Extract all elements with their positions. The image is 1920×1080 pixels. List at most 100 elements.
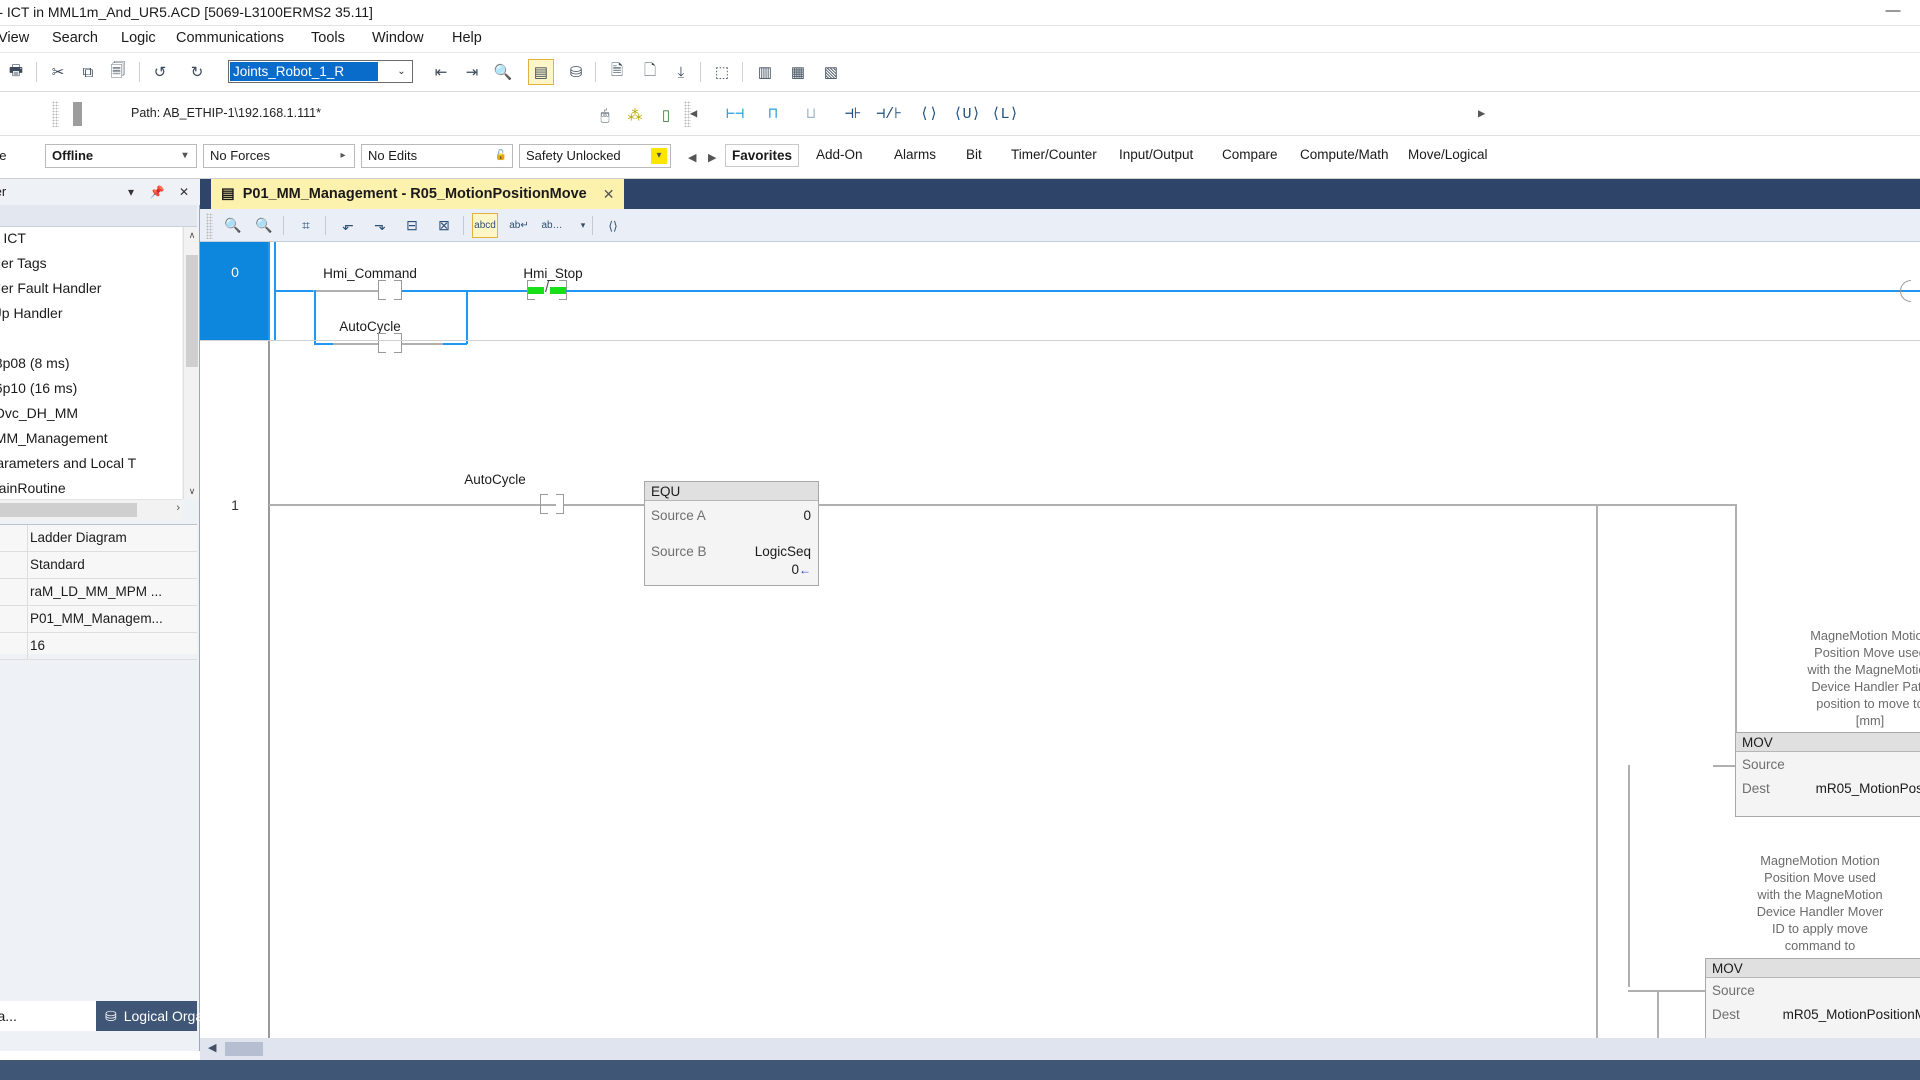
fit-rung-icon[interactable]: ⌗ xyxy=(293,213,319,238)
close-icon[interactable]: ✕ xyxy=(175,183,193,201)
branch-level-icon[interactable]: ⊔ xyxy=(796,100,826,126)
tree-item-parameters-local-tags[interactable]: Parameters and Local T xyxy=(0,452,182,477)
contact-hmi-command[interactable] xyxy=(378,280,402,300)
find-next-icon[interactable]: ⇥ xyxy=(459,59,485,85)
component-a-icon[interactable]: ▥ xyxy=(752,59,778,85)
toggle-wrap-icon[interactable]: ab↵ xyxy=(506,213,532,238)
xic-icon[interactable]: ⊣⊦ xyxy=(840,100,866,126)
tree-item-task-08p08[interactable]: 08p08 (8 ms) xyxy=(0,352,182,377)
component-b-icon[interactable]: ▦ xyxy=(785,59,811,85)
scroll-down-icon[interactable]: ∨ xyxy=(184,483,200,499)
tree-item-task-16p10[interactable]: 16p10 (16 ms) xyxy=(0,377,182,402)
organizer-search-bar[interactable] xyxy=(0,205,197,227)
scroll-up-icon[interactable]: ∧ xyxy=(184,227,200,243)
rung-number-0[interactable]: 0 xyxy=(200,242,270,340)
controller-mode-box[interactable]: Offline ▾ xyxy=(45,144,197,168)
chevron-down-icon[interactable]: ▾ xyxy=(122,183,140,201)
tab-scroll-left-icon[interactable]: ◀ xyxy=(682,148,702,167)
show-tags-icon[interactable]: ▤ xyxy=(528,59,554,85)
otl-icon[interactable]: ⟨L⟩ xyxy=(990,100,1020,126)
undo-icon[interactable]: ↺ xyxy=(147,59,173,85)
cut-icon[interactable]: ✂ xyxy=(45,59,71,85)
minimize-button[interactable]: — xyxy=(1880,2,1906,22)
rung-icon[interactable]: ⊢⊣ xyxy=(720,100,750,126)
find-prev-icon[interactable]: ⇤ xyxy=(428,59,454,85)
controller-icon[interactable]: ▯ xyxy=(653,102,679,128)
menu-item-communications[interactable]: Communications xyxy=(176,30,284,46)
canvas-hscrollbar[interactable]: ◀ xyxy=(200,1038,1920,1060)
bottom-tab-controller-organizer[interactable]: rga... xyxy=(0,1001,96,1031)
ladder-canvas[interactable]: 0 Hmi_Command AutoCycle Hmi_Stop / 1 Aut… xyxy=(200,242,1920,1048)
palette-scroll-right-icon[interactable]: ▶ xyxy=(1478,100,1485,126)
redo-icon[interactable]: ↻ xyxy=(184,59,210,85)
browse-icon[interactable]: 🔍 xyxy=(490,59,516,85)
menu-item-view[interactable]: View xyxy=(0,30,29,46)
hscroll-left-icon[interactable]: ◀ xyxy=(208,1041,216,1054)
ladder-toolbar-grip[interactable] xyxy=(206,213,213,239)
download-icon[interactable]: ⤓ xyxy=(668,59,694,85)
menu-item-window[interactable]: Window xyxy=(372,30,424,46)
verify-controller-icon[interactable]: 🗋 xyxy=(637,59,663,85)
toggle-tag-desc-icon[interactable]: abcd xyxy=(472,213,498,238)
pointer-icon[interactable]: 🖱 xyxy=(592,102,618,128)
contact-autocycle-rung1[interactable] xyxy=(540,494,564,514)
component-c-icon[interactable]: ▧ xyxy=(818,59,844,85)
import-icon[interactable]: ⬚ xyxy=(709,59,735,85)
equ-source-b-value[interactable]: LogicSeq xyxy=(755,544,811,559)
otu-icon[interactable]: ⟨U⟩ xyxy=(952,100,982,126)
tree-item-power-up-handler[interactable]: -Up Handler xyxy=(0,302,182,327)
mode-dropdown-icon[interactable]: ▾ xyxy=(177,148,193,164)
tree-item-controller-fault-handler[interactable]: oller Fault Handler xyxy=(0,277,182,302)
ote-icon[interactable]: ⟨⟩ xyxy=(916,100,942,126)
menu-item-logic[interactable]: Logic xyxy=(121,30,156,46)
palette-prev-icon[interactable]: ◀ xyxy=(690,100,697,126)
tree-item-controller-ict[interactable]: er ICT xyxy=(0,227,182,252)
tree-item-controller-tags[interactable]: oller Tags xyxy=(0,252,182,277)
organizer-hscrollbar[interactable]: › xyxy=(0,499,182,520)
document-tab[interactable]: ▤ P01_MM_Management - R05_MotionPosition… xyxy=(211,179,625,209)
tab-add-on[interactable]: Add-On xyxy=(810,144,869,165)
network-icon[interactable]: ⁂ xyxy=(622,102,648,128)
contact-hmi-stop-nc[interactable]: / xyxy=(527,279,567,300)
tab-timer-counter[interactable]: Timer/Counter xyxy=(1005,144,1103,165)
menu-item-tools[interactable]: Tools xyxy=(311,30,345,46)
instruction-block-mov-2[interactable]: MOV Source 2 Dest mR05_MotionPositionMov… xyxy=(1705,958,1920,1043)
forces-dropdown-icon[interactable]: ▸ xyxy=(335,148,351,164)
pin-icon[interactable]: 📌 xyxy=(148,183,166,201)
organizer-tree-scrollbar[interactable]: ∧ ∨ xyxy=(183,227,199,499)
menu-item-search[interactable]: Search xyxy=(52,30,98,46)
menu-item-help[interactable]: Help xyxy=(452,30,482,46)
paste-icon[interactable]: 🗐 xyxy=(105,59,131,85)
mov1-dest-value[interactable]: mR05_MotionPositionMove.Cfg_Position xyxy=(1816,781,1920,796)
tree-item-dvc-dh-mm[interactable]: _Dvc_DH_MM xyxy=(0,402,182,427)
print-icon[interactable]: 🖶 xyxy=(3,59,29,85)
close-icon[interactable]: ✕ xyxy=(603,186,615,203)
tree-item-mm-management[interactable]: _MM_Management xyxy=(0,427,182,452)
tag-scope-value[interactable]: Joints_Robot_1_R xyxy=(230,62,378,81)
goto-start-icon[interactable]: ⬐ xyxy=(335,213,361,238)
instruction-block-mov-1[interactable]: MOV Source 950 Dest mR05_MotionPositionM… xyxy=(1735,732,1920,817)
mov2-dest-value[interactable]: mR05_MotionPositionMove.Cfg_MoverID xyxy=(1783,1007,1920,1022)
tag-tree-icon[interactable]: ⛁ xyxy=(563,59,589,85)
hscrollbar-thumb[interactable] xyxy=(0,503,137,517)
goto-end-icon[interactable]: ⬎ xyxy=(367,213,393,238)
hscroll-right-icon[interactable]: › xyxy=(176,502,180,514)
delete-block-icon[interactable]: ⊠ xyxy=(431,213,457,238)
toolbar-grip[interactable] xyxy=(52,101,59,127)
tab-scroll-right-icon[interactable]: ▶ xyxy=(702,148,722,167)
tab-alarms[interactable]: Alarms xyxy=(888,144,942,165)
edits-box[interactable]: No Edits 🔓 xyxy=(361,144,513,168)
zoom-in-icon[interactable]: 🔍 xyxy=(220,213,246,238)
instruction-block-equ[interactable]: EQU Source A 0 Source B LogicSeq 0← xyxy=(644,481,819,586)
tab-favorites[interactable]: Favorites xyxy=(725,144,800,167)
coil-autoc[interactable] xyxy=(1900,280,1920,302)
xio-icon[interactable]: ⊣/⊦ xyxy=(876,100,902,126)
verify-routine-icon[interactable]: 🗎 xyxy=(604,59,630,85)
safety-status-icon[interactable]: ▾ xyxy=(651,148,667,164)
tag-style-icon[interactable]: ab… xyxy=(539,213,565,238)
zoom-out-icon[interactable]: 🔍 xyxy=(251,213,277,238)
tab-compute-math[interactable]: Compute/Math xyxy=(1294,144,1395,165)
copy-icon[interactable]: ⧉ xyxy=(75,59,101,85)
rung-number-1[interactable]: 1 xyxy=(200,497,270,513)
branch-icon[interactable]: ⊓ xyxy=(758,100,788,126)
